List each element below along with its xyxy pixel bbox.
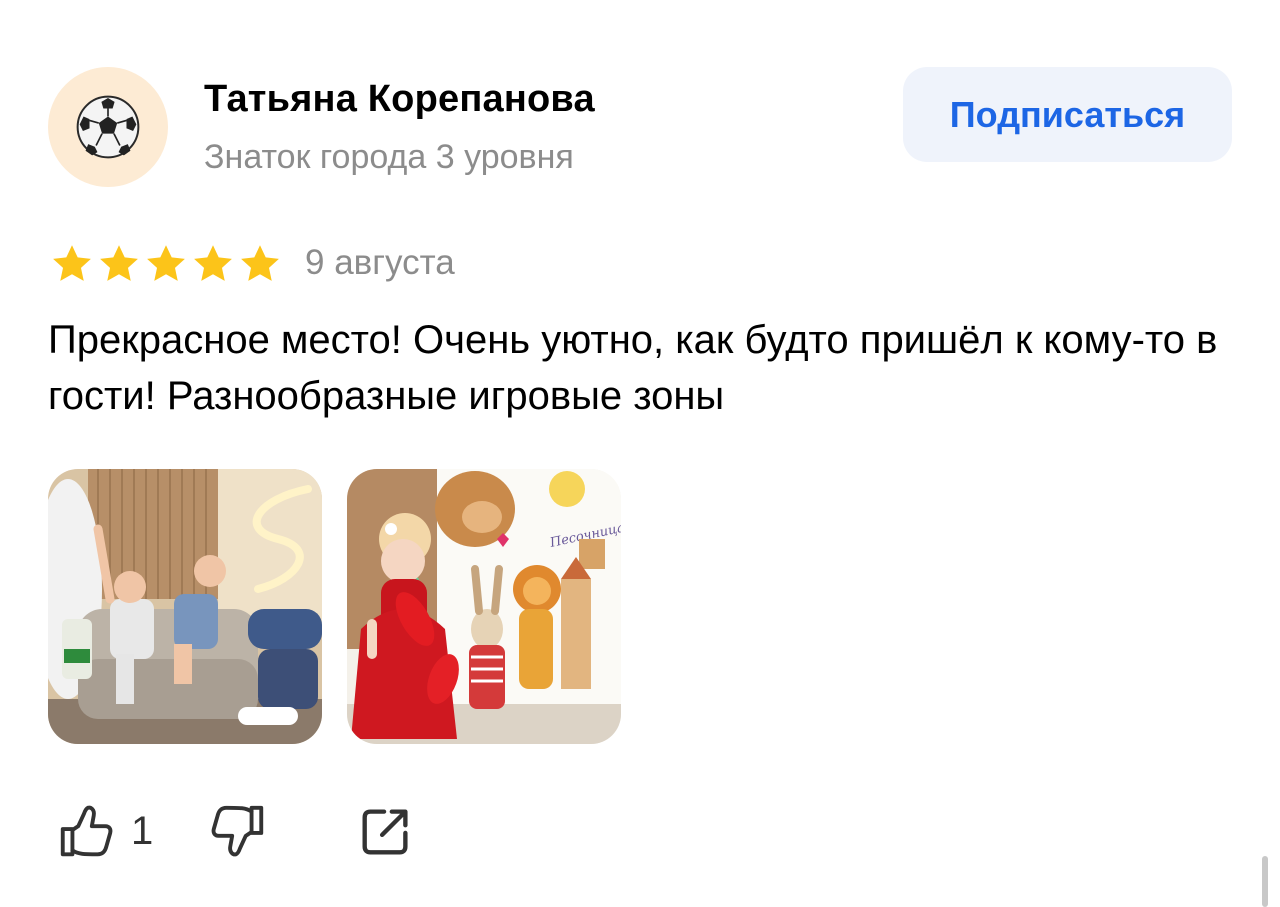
author-level: Знаток города 3 уровня [204, 138, 574, 176]
photo-girl-red-dress-mural: Песочница [347, 469, 621, 744]
star-icon [194, 245, 232, 281]
soccer-ball-icon [76, 95, 140, 159]
star-icon [147, 245, 185, 281]
photo-children-on-sofa [48, 469, 322, 744]
star-icon [241, 245, 279, 281]
thumbs-down-icon[interactable] [207, 800, 269, 862]
star-icon [53, 245, 91, 281]
review-actions: 1 [55, 800, 417, 862]
author-name[interactable]: Татьяна Корепанова [204, 78, 595, 121]
rating-stars [50, 242, 282, 286]
subscribe-button[interactable]: Подписаться [903, 67, 1232, 162]
review-photo-1[interactable] [48, 469, 322, 744]
review-text: Прекрасное место! Очень уютно, как будто… [48, 318, 1218, 418]
review-photo-2[interactable]: Песочница [347, 469, 621, 744]
scrollbar[interactable] [1262, 856, 1268, 907]
star-icon [100, 245, 138, 281]
thumbs-up-icon[interactable] [55, 800, 117, 862]
avatar[interactable] [48, 67, 168, 187]
like-count: 1 [131, 808, 154, 853]
share-icon[interactable] [355, 800, 417, 862]
review-date: 9 августа [305, 243, 455, 282]
